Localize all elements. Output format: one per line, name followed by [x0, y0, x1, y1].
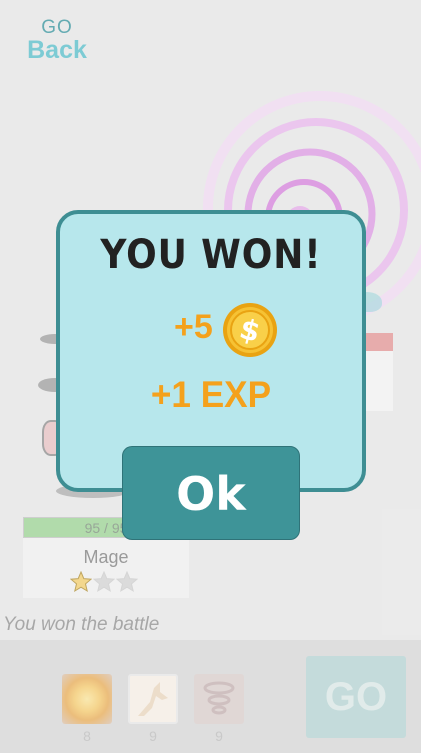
coins-reward: +5 [174, 308, 213, 346]
battle-scene: GO Back 95 / 95 Mage You won the battle … [0, 0, 421, 753]
exp-reward: +1 EXP [150, 374, 272, 415]
victory-title: YOU WON! [100, 232, 322, 278]
gold-coin-icon: $ [223, 303, 277, 357]
ok-button[interactable]: Ok [122, 446, 300, 540]
